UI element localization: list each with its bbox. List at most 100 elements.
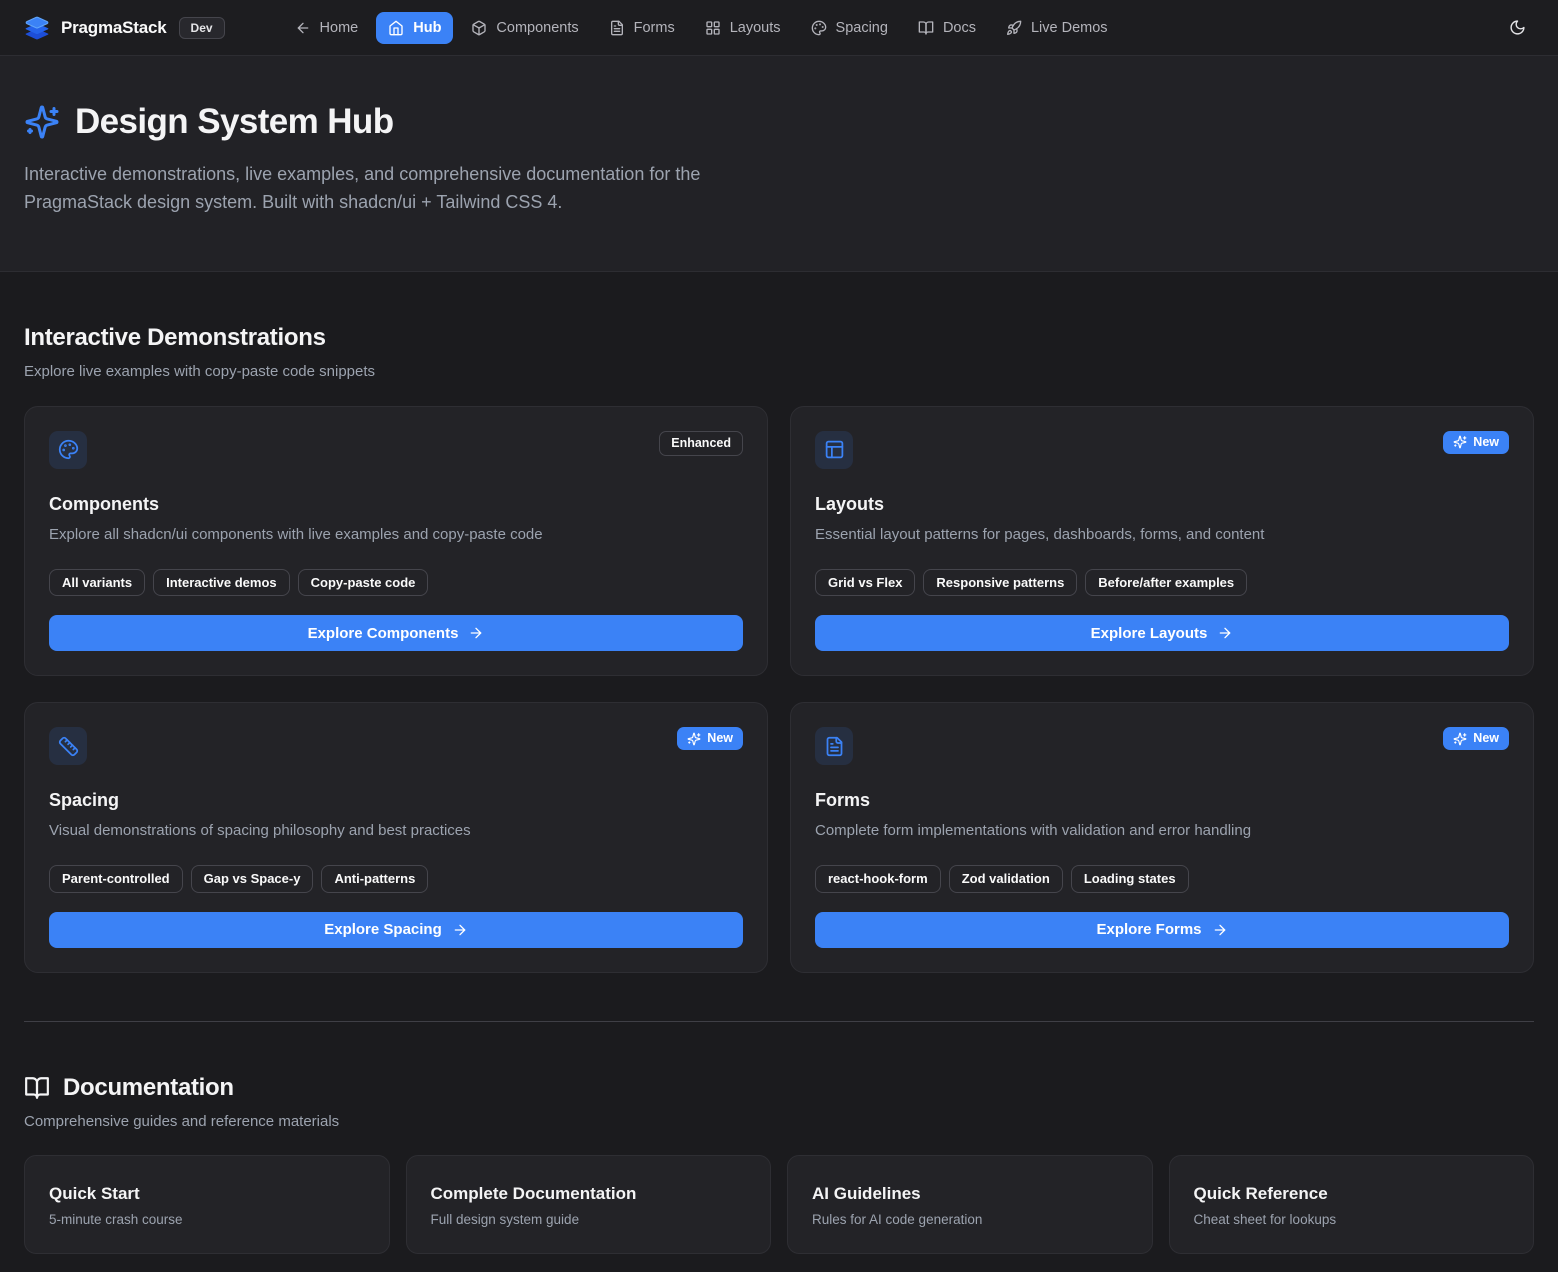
tag-row: All variants Interactive demos Copy-past…: [49, 569, 743, 597]
button-label: Explore Spacing: [324, 921, 442, 938]
tag-row: react-hook-form Zod validation Loading s…: [815, 865, 1509, 893]
book-open-icon: [24, 1075, 50, 1101]
card-title: Forms: [815, 790, 1509, 811]
card-description: Visual demonstrations of spacing philoso…: [49, 820, 743, 841]
docs-section-title: Documentation: [63, 1074, 234, 1102]
nav-item-live-demos[interactable]: Live Demos: [994, 12, 1120, 44]
explore-components-button[interactable]: Explore Components: [49, 615, 743, 651]
card-title: Spacing: [49, 790, 743, 811]
card-description: Complete form implementations with valid…: [815, 820, 1509, 841]
palette-icon: [811, 20, 827, 36]
doc-card-grid: Quick Start 5-minute crash course Comple…: [24, 1155, 1534, 1254]
box-icon: [471, 20, 487, 36]
doc-card-description: Full design system guide: [431, 1212, 747, 1227]
doc-card-quick-start[interactable]: Quick Start 5-minute crash course: [24, 1155, 390, 1254]
section-divider: [24, 1021, 1534, 1022]
theme-toggle-button[interactable]: [1501, 11, 1534, 44]
doc-card-complete-documentation[interactable]: Complete Documentation Full design syste…: [406, 1155, 772, 1254]
arrow-right-icon: [452, 922, 468, 938]
demo-card-layouts: New Layouts Essential layout patterns fo…: [790, 406, 1534, 677]
moon-icon: [1509, 19, 1526, 36]
card-icon-tile: [49, 431, 87, 469]
layout-panel-icon: [824, 439, 845, 460]
tag: Zod validation: [949, 865, 1063, 893]
arrow-right-icon: [1212, 922, 1228, 938]
nav-item-label: Spacing: [836, 20, 888, 36]
layout-grid-icon: [705, 20, 721, 36]
nav-item-hub[interactable]: Hub: [376, 12, 453, 44]
card-description: Essential layout patterns for pages, das…: [815, 524, 1509, 545]
card-description: Explore all shadcn/ui components with li…: [49, 524, 743, 545]
card-icon-tile: [815, 727, 853, 765]
doc-card-ai-guidelines[interactable]: AI Guidelines Rules for AI code generati…: [787, 1155, 1153, 1254]
demo-card-spacing: New Spacing Visual demonstrations of spa…: [24, 702, 768, 973]
book-open-icon: [918, 20, 934, 36]
new-badge: New: [677, 727, 743, 750]
nav-item-layouts[interactable]: Layouts: [693, 12, 793, 44]
page-title: Design System Hub: [75, 102, 394, 142]
nav-item-docs[interactable]: Docs: [906, 12, 988, 44]
sparkles-icon: [1453, 732, 1467, 746]
nav-item-label: Components: [496, 20, 578, 36]
sparkles-icon: [1453, 435, 1467, 449]
rocket-icon: [1006, 20, 1022, 36]
demo-card-grid: Enhanced Components Explore all shadcn/u…: [24, 406, 1534, 973]
button-label: Explore Layouts: [1091, 625, 1208, 642]
hero-section: Design System Hub Interactive demonstrat…: [0, 56, 1558, 272]
tag: Copy-paste code: [298, 569, 429, 597]
explore-spacing-button[interactable]: Explore Spacing: [49, 912, 743, 948]
tag-row: Grid vs Flex Responsive patterns Before/…: [815, 569, 1509, 597]
tag: Before/after examples: [1085, 569, 1247, 597]
new-badge: New: [1443, 431, 1509, 454]
new-badge: New: [1443, 727, 1509, 750]
card-title: Components: [49, 494, 743, 515]
ruler-icon: [58, 736, 79, 757]
doc-card-description: 5-minute crash course: [49, 1212, 365, 1227]
sparkles-icon: [687, 732, 701, 746]
status-badge: Enhanced: [659, 431, 743, 456]
sparkles-icon: [24, 104, 60, 140]
tag: All variants: [49, 569, 145, 597]
tag: Grid vs Flex: [815, 569, 915, 597]
file-text-icon: [609, 20, 625, 36]
nav-item-spacing[interactable]: Spacing: [799, 12, 900, 44]
doc-card-title: Quick Start: [49, 1184, 365, 1204]
arrow-right-icon: [1217, 625, 1233, 641]
tag: Responsive patterns: [923, 569, 1077, 597]
brand[interactable]: PragmaStack: [24, 15, 167, 41]
tag: Gap vs Space-y: [191, 865, 314, 893]
tag: react-hook-form: [815, 865, 941, 893]
home-icon: [388, 20, 404, 36]
main-content: Interactive Demonstrations Explore live …: [0, 324, 1558, 1272]
docs-section-subtitle: Comprehensive guides and reference mater…: [24, 1113, 1534, 1130]
doc-card-title: Quick Reference: [1194, 1184, 1510, 1204]
nav-item-home[interactable]: Home: [283, 12, 371, 44]
tag: Anti-patterns: [321, 865, 428, 893]
nav-item-label: Forms: [634, 20, 675, 36]
nav-item-components[interactable]: Components: [459, 12, 590, 44]
demos-section-title: Interactive Demonstrations: [24, 324, 1534, 352]
explore-layouts-button[interactable]: Explore Layouts: [815, 615, 1509, 651]
arrow-left-icon: [295, 20, 311, 36]
doc-card-description: Cheat sheet for lookups: [1194, 1212, 1510, 1227]
button-label: Explore Forms: [1096, 921, 1201, 938]
button-label: Explore Components: [308, 625, 459, 642]
explore-forms-button[interactable]: Explore Forms: [815, 912, 1509, 948]
page-description: Interactive demonstrations, live example…: [24, 161, 766, 217]
badge-label: New: [1473, 731, 1499, 746]
card-icon-tile: [49, 727, 87, 765]
card-title: Layouts: [815, 494, 1509, 515]
nav-item-label: Docs: [943, 20, 976, 36]
tag: Parent-controlled: [49, 865, 183, 893]
nav-item-label: Layouts: [730, 20, 781, 36]
env-badge: Dev: [179, 17, 225, 39]
badge-label: New: [1473, 435, 1499, 450]
nav-item-label: Hub: [413, 20, 441, 36]
file-text-icon: [824, 736, 845, 757]
demos-section-subtitle: Explore live examples with copy-paste co…: [24, 363, 1534, 380]
demo-card-components: Enhanced Components Explore all shadcn/u…: [24, 406, 768, 677]
doc-card-quick-reference[interactable]: Quick Reference Cheat sheet for lookups: [1169, 1155, 1535, 1254]
nav-item-forms[interactable]: Forms: [597, 12, 687, 44]
brand-name: PragmaStack: [61, 18, 167, 38]
arrow-right-icon: [468, 625, 484, 641]
